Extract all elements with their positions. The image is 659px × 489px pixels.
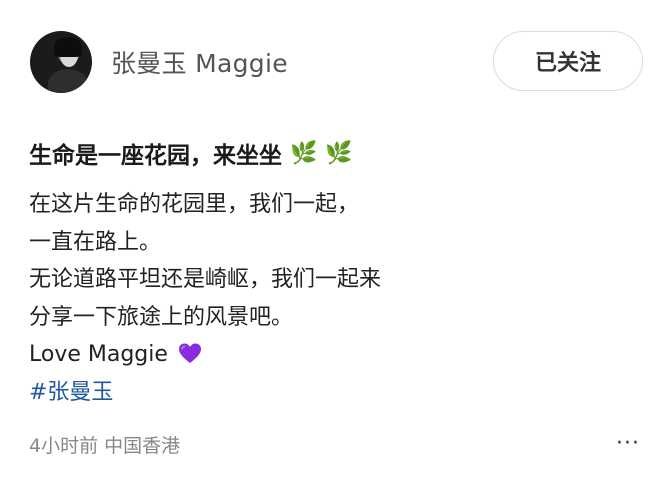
more-options-icon[interactable]: ···	[616, 433, 640, 455]
leaf-emoji-icon: 🌿	[290, 140, 318, 166]
post-title: 生命是一座花园，来坐坐 🌿 🌿	[29, 136, 353, 170]
post-header: 张曼玉 Maggie	[30, 30, 288, 94]
post-title-text: 生命是一座花园，来坐坐	[29, 143, 282, 169]
post-line: 一直在路上。	[29, 229, 162, 255]
username[interactable]: 张曼玉 Maggie	[111, 44, 288, 80]
post-line: 在这片生命的花园里，我们一起，	[29, 192, 360, 217]
hashtag-link[interactable]: #张曼玉	[29, 374, 381, 412]
purple-heart-icon	[178, 343, 201, 363]
avatar-shoulder	[48, 69, 88, 93]
follow-button[interactable]: 已关注	[493, 31, 643, 91]
avatar[interactable]	[30, 31, 92, 93]
post-line: 分享一下旅途上的风景吧。	[29, 304, 294, 330]
post-line: 无论道路平坦还是崎岖，我们一起来	[29, 267, 382, 292]
post-card: 张曼玉 Maggie 已关注 生命是一座花园，来坐坐 🌿 🌿 在这片生命的花园里…	[0, 0, 659, 489]
signature-text: Love Maggie	[29, 342, 168, 367]
avatar-hair	[54, 37, 82, 57]
post-meta: 4小时前 中国香港	[29, 435, 181, 457]
post-body: 在这片生命的花园里，我们一起， 一直在路上。 无论道路平坦还是崎岖，我们一起来 …	[29, 186, 381, 411]
post-line-signature: Love Maggie	[29, 336, 381, 374]
leaf-emoji-icon: 🌿	[325, 140, 353, 166]
